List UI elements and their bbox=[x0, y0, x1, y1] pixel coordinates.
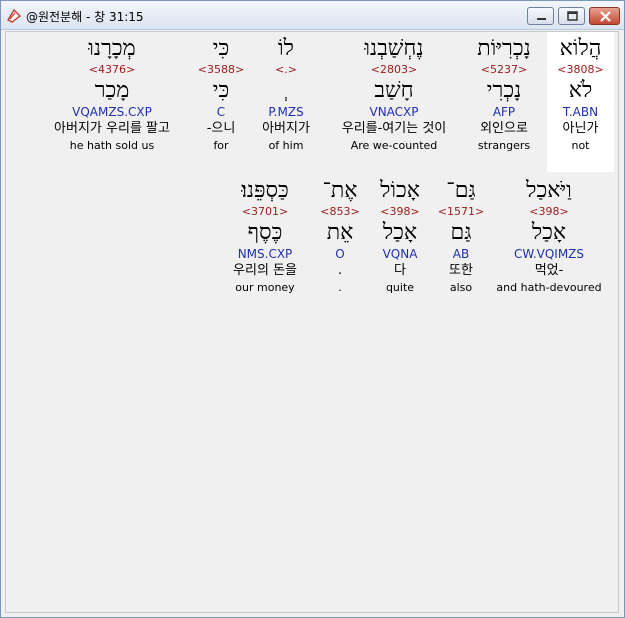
hebrew-word: אֶת־ bbox=[322, 178, 358, 203]
word-column[interactable]: נָכְרִיּוֹת <5237> נָכְרִי AFP 외인으로 stra… bbox=[469, 36, 539, 153]
hebrew-word: כַּסְפֵּנוּ׃ bbox=[241, 178, 289, 203]
strong-number: <2803> bbox=[370, 63, 418, 76]
lexeme: ְ bbox=[252, 78, 320, 104]
close-icon bbox=[600, 11, 611, 22]
morphology-code: CW.VQIMZS bbox=[513, 247, 585, 261]
english-gloss: strangers bbox=[477, 139, 531, 152]
korean-gloss: 다 bbox=[394, 263, 406, 278]
app-logo-icon bbox=[6, 8, 22, 24]
morphology-code: VNACXP bbox=[369, 105, 419, 119]
minimize-icon bbox=[537, 18, 546, 20]
english-gloss: Are we-counted bbox=[350, 139, 438, 152]
hebrew-word: כִּי bbox=[212, 36, 230, 61]
hebrew-word: וַיֹּאכַל bbox=[526, 178, 572, 203]
lexeme: מָכַר bbox=[94, 78, 130, 103]
maximize-icon bbox=[567, 11, 578, 21]
word-column[interactable]: נֶחְשַׁבְנוּ <2803> חָשַׁב VNACXP 우리를-여기… bbox=[329, 36, 459, 153]
word-column[interactable]: כַּסְפֵּנוּ׃ <3701> כֶּסֶף NMS.CXP 우리의 돈… bbox=[224, 178, 306, 295]
morphology-code: VQAMZS.CXP bbox=[72, 105, 152, 119]
english-gloss: not bbox=[571, 139, 590, 152]
strong-number: <3588> bbox=[197, 63, 245, 76]
morphology-code: NMS.CXP bbox=[237, 247, 293, 261]
lexeme: לֹא bbox=[568, 78, 593, 103]
word-column[interactable]: כִּי <3588> כִּי C -으니 for bbox=[196, 36, 246, 153]
app-window: @원전분해 - 창 31:15 הֲלוֹא <3808> לֹא T.ABN … bbox=[0, 0, 625, 618]
word-column[interactable]: וַיֹּאכַל <398> אָכַל CW.VQIMZS 먹었- and … bbox=[494, 178, 604, 295]
english-gloss: for bbox=[213, 139, 229, 152]
korean-gloss: 아닌가 bbox=[562, 121, 599, 136]
interlinear-view: הֲלוֹא <3808> לֹא T.ABN 아닌가 not נָכְרִיּ… bbox=[5, 31, 619, 613]
korean-gloss: 외인으로 bbox=[480, 121, 528, 136]
korean-gloss: -으니 bbox=[206, 121, 236, 136]
maximize-button[interactable] bbox=[558, 7, 585, 25]
hebrew-word: אָכוֹל bbox=[380, 178, 420, 203]
word-column[interactable]: אֶת־ <853> אֵת O . . bbox=[316, 178, 364, 295]
lexeme: חָשַׁב bbox=[374, 78, 414, 103]
morphology-code: C bbox=[216, 105, 226, 119]
lexeme: כֶּסֶף bbox=[247, 220, 283, 245]
lexeme: אָכַל bbox=[531, 220, 567, 245]
morphology-code: AFP bbox=[492, 105, 516, 119]
morphology-code: T.ABN bbox=[562, 105, 599, 119]
strong-number: <4376> bbox=[88, 63, 136, 76]
word-column[interactable]: גַּם־ <1571> גַּם AB 또한 also bbox=[436, 178, 486, 295]
title-bar[interactable]: @원전분해 - 창 31:15 bbox=[1, 1, 624, 30]
hebrew-word: הֲלוֹא bbox=[559, 36, 602, 61]
korean-gloss: 또한 bbox=[449, 263, 473, 278]
word-column[interactable]: מְכָרָנוּ <4376> מָכַר VQAMZS.CXP 아버지가 우… bbox=[36, 36, 188, 153]
strong-number: <3808> bbox=[557, 63, 604, 76]
english-gloss: also bbox=[449, 281, 473, 294]
lexeme: גַּם bbox=[450, 220, 472, 245]
lexeme: כִּי bbox=[212, 78, 230, 103]
morphology-code: O bbox=[335, 247, 345, 261]
english-gloss: of him bbox=[268, 139, 304, 152]
korean-gloss: 먹었- bbox=[534, 263, 564, 278]
close-button[interactable] bbox=[589, 7, 620, 25]
korean-gloss: 아버지가 bbox=[262, 121, 310, 136]
lexeme: נָכְרִי bbox=[486, 78, 522, 103]
strong-number: <3701> bbox=[241, 205, 289, 218]
strong-number: <853> bbox=[320, 205, 360, 218]
english-gloss: our money bbox=[235, 281, 295, 294]
english-gloss: . bbox=[338, 281, 342, 294]
minimize-button[interactable] bbox=[527, 7, 554, 25]
morphology-code: VQNA bbox=[382, 247, 418, 261]
morphology-code: P.MZS bbox=[268, 105, 304, 119]
korean-gloss: 우리를-여기는 것이 bbox=[341, 121, 447, 136]
word-column[interactable]: אָכוֹל <398> אָכַל VQNA 다 quite bbox=[374, 178, 426, 295]
word-column[interactable]: הֲלוֹא <3808> לֹא T.ABN 아닌가 not bbox=[547, 36, 614, 153]
hebrew-word: לוֹ bbox=[278, 36, 294, 61]
hebrew-word: נֶחְשַׁבְנוּ bbox=[364, 36, 424, 61]
hebrew-word: גַּם־ bbox=[446, 178, 476, 203]
strong-number: <.> bbox=[275, 63, 297, 76]
strong-number: <5237> bbox=[480, 63, 528, 76]
morphology-code: AB bbox=[452, 247, 470, 261]
strong-number: <398> bbox=[529, 205, 569, 218]
hebrew-word: מְכָרָנוּ bbox=[88, 36, 136, 61]
korean-gloss: 아버지가 우리를 팔고 bbox=[54, 121, 170, 136]
window-title: @원전분해 - 창 31:15 bbox=[26, 10, 144, 24]
lexeme: אָכַל bbox=[382, 220, 418, 245]
lexeme: אֵת bbox=[326, 220, 354, 245]
strong-number: <398> bbox=[380, 205, 420, 218]
hebrew-word: נָכְרִיּוֹת bbox=[477, 36, 531, 61]
korean-gloss: . bbox=[337, 263, 343, 278]
korean-gloss: 우리의 돈을 bbox=[233, 263, 297, 278]
word-column[interactable]: לוֹ <.> ְ P.MZS 아버지가 of him bbox=[252, 36, 320, 153]
strong-number: <1571> bbox=[437, 205, 485, 218]
english-gloss: and hath-devoured bbox=[496, 281, 602, 294]
english-gloss: quite bbox=[385, 281, 415, 294]
english-gloss: he hath sold us bbox=[69, 139, 155, 152]
